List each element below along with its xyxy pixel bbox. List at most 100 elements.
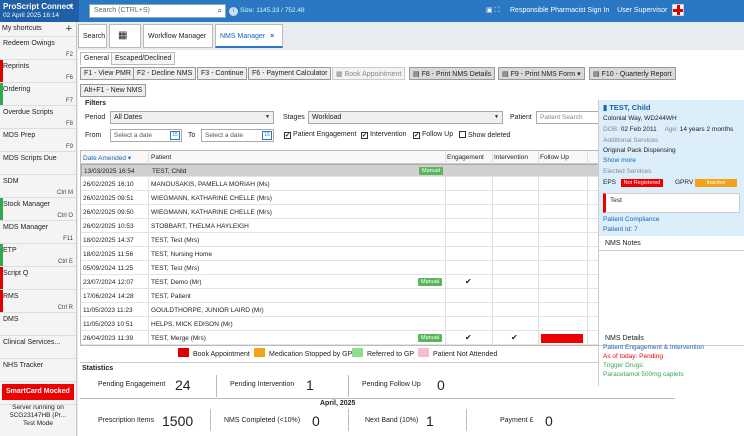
scan-icon[interactable]: ▣ ⛶	[486, 6, 499, 15]
cell-patient: TEST, Demo (Mr)	[151, 279, 202, 286]
checkbox-show-deleted[interactable]: Show deleted	[459, 131, 510, 139]
sidebar-shortcut[interactable]: SDM Ctrl M	[0, 175, 76, 198]
statistics-panel: Statistics Pending Engagement 24 Pending…	[80, 362, 675, 436]
table-row[interactable]: 26/02/2025 09:50 WIEGMANN, KATHARINE CHEL…	[81, 206, 665, 219]
period-select[interactable]: All Dates ▼	[110, 111, 274, 124]
table-row[interactable]: 18/02/2025 14:37 TEST, Test (Mrs)	[81, 234, 665, 247]
continue-button[interactable]: F3 - Continue	[197, 67, 248, 80]
sidebar-shortcut[interactable]: Redeem Owings F2	[0, 37, 76, 60]
nms-notes-area[interactable]	[599, 252, 744, 330]
search-icon[interactable]: ⌕	[218, 6, 222, 16]
sidebar-shortcut[interactable]: ETP Ctrl E	[0, 244, 76, 267]
sidebar-shortcut[interactable]: MDS Scripts Due	[0, 152, 76, 175]
patient-compliance-link[interactable]: Patient Compliance	[603, 216, 659, 223]
sidebar-shortcut-key: F8	[65, 121, 73, 127]
quarterly-report-button[interactable]: ▤ F10 - Quarterly Report	[589, 67, 676, 80]
cell-date-amended: 13/03/2025 16:54	[84, 168, 135, 175]
table-row[interactable]: 26/02/2025 09:51 WIEGMANN, KATHARINE CHEL…	[81, 192, 665, 205]
new-nms-button[interactable]: Alt+F1 - New NMS	[80, 84, 147, 97]
table-row[interactable]: 26/02/2025 16:10 MANOUSAKIS, PAMELLA MORI…	[81, 178, 665, 191]
from-date-input[interactable]: Select a date 15	[110, 129, 182, 142]
to-date-placeholder: Select a date	[205, 132, 243, 139]
decline-nms-button[interactable]: F2 - Decline NMS	[133, 67, 197, 80]
tab-search[interactable]: Search	[78, 24, 107, 48]
chevron-down-icon: ▾	[575, 71, 581, 78]
legend-label: Medication Stopped by GP	[269, 351, 353, 358]
sidebar-shortcut[interactable]: Reprints F6	[0, 60, 76, 83]
app-name: ProScript Connect	[3, 2, 74, 11]
tab-dashboard[interactable]: ▦	[109, 24, 141, 48]
table-row[interactable]: 17/06/2024 14:28 TEST, Patient	[81, 290, 665, 303]
sidebar-shortcut[interactable]: Clinical Services...	[0, 336, 76, 359]
tab-nms-manager[interactable]: NMS Manager ×	[215, 24, 283, 48]
sidebar-shortcut[interactable]: NHS Tracker	[0, 359, 76, 382]
calendar-icon[interactable]: 15	[170, 131, 180, 140]
stats-divider	[210, 409, 211, 431]
server-line: 5CG23147HB (Pr...	[10, 412, 66, 419]
column-header-follow-up[interactable]: Follow Up	[540, 154, 569, 161]
close-icon[interactable]: ×	[270, 33, 274, 40]
to-label: To	[188, 132, 196, 139]
column-header-date-amended[interactable]: Date Amended ▾	[83, 154, 131, 162]
sidebar-shortcut[interactable]: Script Q	[0, 267, 76, 290]
sidebar-shortcut[interactable]: MDS Prep F9	[0, 129, 76, 152]
print-nms-details-button[interactable]: ▤ F8 - Print NMS Details	[409, 67, 496, 80]
table-row[interactable]: 05/09/2024 11:25 TEST, Test (Mrs)	[81, 262, 665, 275]
print-nms-form-button[interactable]: ▤ F9 - Print NMS Form ▾	[498, 67, 585, 80]
user-menu[interactable]: User Supervisor	[617, 7, 667, 14]
period-label: Period	[85, 114, 106, 121]
gprv-label: GPRV	[675, 179, 694, 186]
next-band-value: 1	[426, 413, 434, 429]
patient-name[interactable]: ▮ TEST, Child	[603, 103, 650, 112]
sidebar-shortcut[interactable]: RMS Ctrl R	[0, 290, 76, 313]
tab-workflow-manager[interactable]: Workflow Manager	[143, 24, 213, 48]
sidebar-shortcut-key: F2	[65, 52, 73, 58]
table-row[interactable]: 18/02/2025 11:56 TEST, Nursing Home	[81, 248, 665, 261]
checkbox-intervention[interactable]: ✔ Intervention	[361, 131, 407, 139]
patient-id: Patient Id: 7	[603, 226, 638, 233]
engagement-check-icon: ✔	[465, 333, 472, 342]
payment-label: Payment £	[500, 417, 534, 424]
sidebar-shortcut[interactable]: Stock Manager Ctrl O	[0, 198, 76, 221]
global-search-input[interactable]: Search (CTRL+S) ⌕	[89, 4, 226, 18]
sidebar-shortcut[interactable]: Overdue Scripts F8	[0, 106, 76, 129]
payment-calculator-button[interactable]: F6 - Payment Calculator	[248, 67, 332, 80]
subtab-escaped-declined[interactable]: Escaped/Declined	[111, 52, 176, 65]
subtab-general[interactable]: General	[80, 52, 113, 65]
gprv-status-badge: Inactive	[695, 179, 737, 187]
table-row[interactable]: 23/07/2024 12:07 TEST, Demo (Mr) Manual ✔	[81, 276, 665, 289]
table-row[interactable]: 13/03/2025 16:54 TEST, Child Manual	[81, 164, 665, 177]
stats-divider	[466, 409, 467, 431]
add-shortcut-icon[interactable]: +	[66, 23, 72, 35]
column-header-engagement[interactable]: Engagement	[447, 154, 484, 161]
show-more-link[interactable]: Show more	[603, 157, 636, 164]
table-row[interactable]: 26/04/2023 11:39 TEST, Merge (Mrs) Manual ✔…	[81, 332, 665, 345]
cell-date-amended: 26/02/2025 16:10	[83, 181, 134, 188]
server-status: Server running on 5CG23147HB (Pr... Test…	[2, 404, 74, 428]
status-mark	[0, 244, 3, 266]
additional-services-label: Additional Services	[603, 137, 659, 144]
sidebar-shortcut-label: Reprints	[3, 63, 30, 70]
stats-divider	[348, 375, 349, 397]
column-header-patient[interactable]: Patient	[151, 154, 171, 161]
responsible-pharmacist-signin[interactable]: Responsible Pharmacist Sign In	[510, 7, 609, 14]
checkbox-follow-up[interactable]: ✔ Follow Up	[413, 131, 453, 139]
book-appointment-button[interactable]: ▦ Book Appointment	[332, 67, 406, 80]
cell-patient: STOBBART, THELMA HAYLEIGH	[151, 223, 249, 230]
column-header-intervention[interactable]: Intervention	[494, 154, 528, 161]
calendar-icon[interactable]: 15	[262, 131, 272, 140]
age-value: 14 years 2 months	[679, 126, 734, 133]
sidebar-shortcut[interactable]: MDS Manager F11	[0, 221, 76, 244]
legend-label: Referred to GP	[367, 351, 415, 358]
sidebar-shortcut[interactable]: Ordering F7	[0, 83, 76, 106]
sidebar-shortcut-key: F11	[63, 236, 73, 242]
stages-select[interactable]: Workload ▼	[308, 111, 503, 124]
table-row[interactable]: 26/02/2025 10:53 STOBBART, THELMA HAYLEIG…	[81, 220, 665, 233]
checkbox-patient-engagement[interactable]: ✔ Patient Engagement	[284, 131, 356, 139]
to-date-input[interactable]: Select a date 15	[201, 129, 274, 142]
app-brand-menu[interactable]: ProScript Connect ▾ 02 April 2025 16:14	[0, 0, 79, 22]
sidebar-shortcut[interactable]: DMS	[0, 313, 76, 336]
table-row[interactable]: 11/05/2023 10:51 HELPS, MICK EDISON (Mr)	[81, 318, 665, 331]
view-pmr-button[interactable]: F1 - View PMR	[80, 67, 135, 80]
table-row[interactable]: 11/05/2023 11:23 GOULDTHORPE, JUNIOR LAIR…	[81, 304, 665, 317]
